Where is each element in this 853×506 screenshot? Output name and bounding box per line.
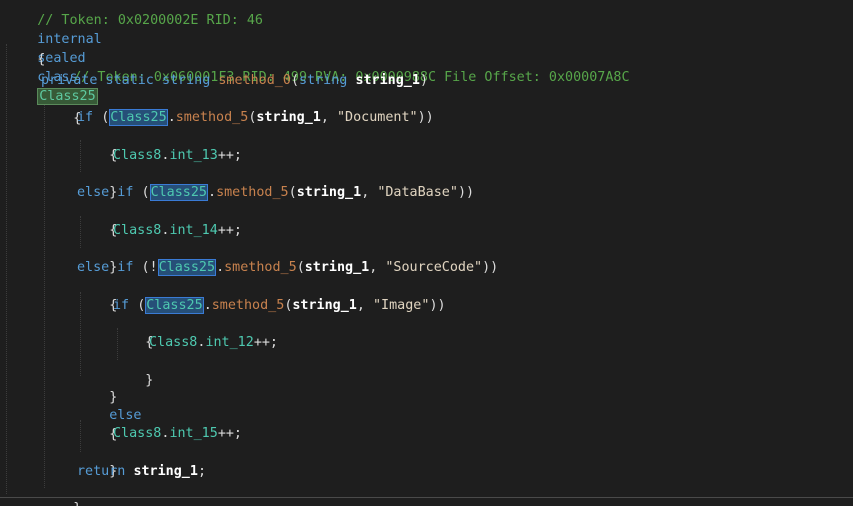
dot: . [167,110,176,125]
paren: )) [417,110,434,125]
argument[interactable]: string_1 [305,260,370,275]
code-line-brace: } [77,164,117,200]
dot: . [203,298,212,313]
code-line-brace: { [77,202,117,238]
class-reference-highlighted[interactable]: Class25 [149,184,208,201]
code-line-brace: } [77,239,117,275]
code-line-brace: } [77,443,117,479]
paren: )) [429,298,446,313]
code-line-return: return string_1; [77,462,206,481]
code-line-else: else [77,387,141,423]
field-name[interactable]: int_13 [169,148,217,163]
string-literal: "DataBase" [377,185,458,200]
keyword: if [77,110,94,125]
paren: ( [296,260,305,275]
dot: . [216,260,225,275]
comma: , [369,260,386,275]
class-reference-highlighted[interactable]: Class25 [145,297,204,314]
keyword: private [41,73,98,88]
paren: ) [419,73,428,88]
string-literal: "Document" [337,110,418,125]
string-literal: "SourceCode" [385,260,483,275]
brace: } [73,501,81,506]
class-reference-highlighted[interactable]: Class25 [109,109,168,126]
keyword: string [299,73,348,88]
code-line-method-signature: private static string smethod_0(string s… [41,71,428,90]
field-name[interactable]: int_12 [205,335,253,350]
paren: )) [457,185,475,200]
comma: , [320,110,337,125]
class-reference[interactable]: Class8 [113,148,161,163]
code-line-else-if: else if (Class25.smethod_5(string_1, "Da… [77,183,474,202]
keyword: string [161,73,211,88]
keyword: if [113,298,130,313]
code-line-increment: Class8.int_12++; [149,333,278,352]
paren: ( [290,73,299,88]
code-line-comment: // Token: 0x0200002E RID: 46 [5,0,263,28]
semicolon: ; [197,464,206,479]
paren: ( [288,185,297,200]
code-line-increment: Class8.int_13++; [113,146,242,165]
code-line-if: if (Class25.smethod_5(string_1, "Image")… [113,296,446,315]
class-reference[interactable]: Class8 [113,223,161,238]
operator: ++; [253,335,278,350]
code-line-brace: { [77,277,117,313]
dot: . [208,185,217,200]
argument[interactable]: string_1 [292,298,357,313]
code-line-increment: Class8.int_14++; [113,221,242,240]
method-call[interactable]: smethod_5 [212,298,285,313]
argument[interactable]: string_1 [297,185,362,200]
field-name[interactable]: int_14 [169,223,217,238]
code-line-brace: } [113,352,153,388]
paren: ( [141,185,150,200]
code-line-brace: { [5,31,45,67]
argument[interactable]: string_1 [256,110,321,125]
method-call[interactable]: smethod_5 [176,110,249,125]
method-name[interactable]: smethod_0 [218,73,291,88]
indent-guide [44,104,45,488]
return-value[interactable]: string_1 [133,464,198,479]
parameter[interactable]: string_1 [355,73,420,88]
paren: (! [141,260,158,275]
string-literal: "Image" [373,298,430,313]
operator: ++; [217,223,242,238]
comma: , [356,298,373,313]
code-editor[interactable]: // Token: 0x0200002E RID: 46 internal se… [0,0,853,506]
method-call[interactable]: smethod_5 [216,185,289,200]
comma: , [361,185,378,200]
class-reference[interactable]: Class8 [113,426,161,441]
class-reference-highlighted[interactable]: Class25 [157,259,217,276]
code-line-brace: { [41,90,81,126]
paren: )) [482,260,499,275]
code-line-brace: { [77,406,117,442]
keyword: else if [77,185,134,200]
keyword: static [105,73,154,88]
keyword: internal [37,32,102,47]
editor-bottom-border [0,497,853,498]
class-reference[interactable]: Class8 [149,335,197,350]
keyword: return [77,464,126,479]
code-line-brace: { [113,314,153,350]
operator: ++; [217,148,242,163]
code-line-increment: Class8.int_15++; [113,424,242,443]
field-name[interactable]: int_15 [169,426,217,441]
code-line-class-declaration: internal sealed class Class25 [5,11,102,105]
code-line-if: if (Class25.smethod_5(string_1, "Documen… [77,108,434,127]
method-call[interactable]: smethod_5 [224,260,297,275]
code-line-brace: { [77,127,117,163]
operator: ++; [217,426,242,441]
code-line-comment: // Token: 0x060001F3 RID: 499 RVA: 0x000… [41,49,629,85]
code-line-else-if: else if (!Class25.smethod_5(string_1, "S… [77,258,498,277]
brace: } [145,373,154,388]
keyword: else if [77,260,134,275]
code-line-brace: } [77,369,117,405]
